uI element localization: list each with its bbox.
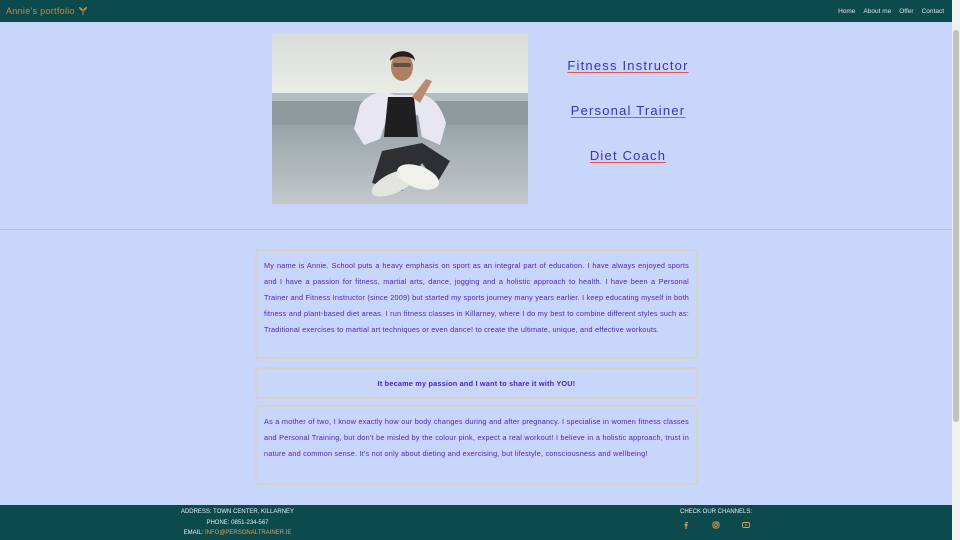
about-card: My name is Annie. School puts a heavy em…: [255, 249, 698, 359]
email-link[interactable]: INFO@PERSONALTRAINER.IE: [205, 530, 291, 536]
nav-home-link[interactable]: Home: [838, 8, 855, 15]
personal-trainer-link[interactable]: Personal Trainer: [548, 103, 708, 148]
mother-paragraph: As a mother of two, I know exactly how o…: [264, 417, 689, 458]
scrollbar-thumb[interactable]: [953, 30, 959, 422]
email-line: EMAIL: INFO@PERSONALTRAINER.IE: [150, 528, 325, 539]
youtube-icon[interactable]: [742, 521, 750, 529]
highlight-text: It became my passion and I want to share…: [377, 379, 576, 388]
top-navbar: Annie's portfolio Home About me Offer Co…: [0, 0, 952, 22]
channels-block: CHECK OUR CHANNELS:: [660, 509, 772, 529]
contact-info: ADDRESS: TOWN CENTER, KILLARNEY PHONE: 0…: [150, 507, 325, 539]
channel-icons: [660, 515, 772, 529]
facebook-icon[interactable]: [682, 521, 690, 529]
brand-logo[interactable]: Annie's portfolio: [6, 6, 88, 16]
diet-coach-link[interactable]: Diet Coach: [548, 148, 708, 193]
about-paragraph: My name is Annie. School puts a heavy em…: [264, 261, 689, 334]
highlight-card: It became my passion and I want to share…: [255, 367, 698, 399]
services-links: Fitness Instructor Personal Trainer Diet…: [548, 58, 708, 193]
phone-text: PHONE: 0851-234-567: [206, 519, 269, 526]
nav-about-link[interactable]: About me: [863, 8, 891, 15]
nav-offer-link[interactable]: Offer: [899, 8, 913, 15]
address-text: ADDRESS: TOWN CENTER, KILLARNEY: [180, 509, 295, 515]
profile-photo: [272, 33, 528, 204]
nav-contact-link[interactable]: Contact: [922, 8, 944, 15]
fitness-instructor-link[interactable]: Fitness Instructor: [548, 58, 708, 103]
instagram-icon[interactable]: [712, 521, 720, 529]
email-label: EMAIL:: [183, 530, 205, 536]
nav-menu: Home About me Offer Contact: [838, 8, 944, 15]
plant-icon: [78, 7, 87, 15]
brand-name[interactable]: Annie's portfolio: [6, 6, 75, 16]
page-scrollbar[interactable]: [952, 0, 960, 540]
mother-card: As a mother of two, I know exactly how o…: [255, 405, 698, 485]
page-footer: ADDRESS: TOWN CENTER, KILLARNEY PHONE: 0…: [0, 505, 952, 540]
section-divider: [0, 229, 952, 230]
